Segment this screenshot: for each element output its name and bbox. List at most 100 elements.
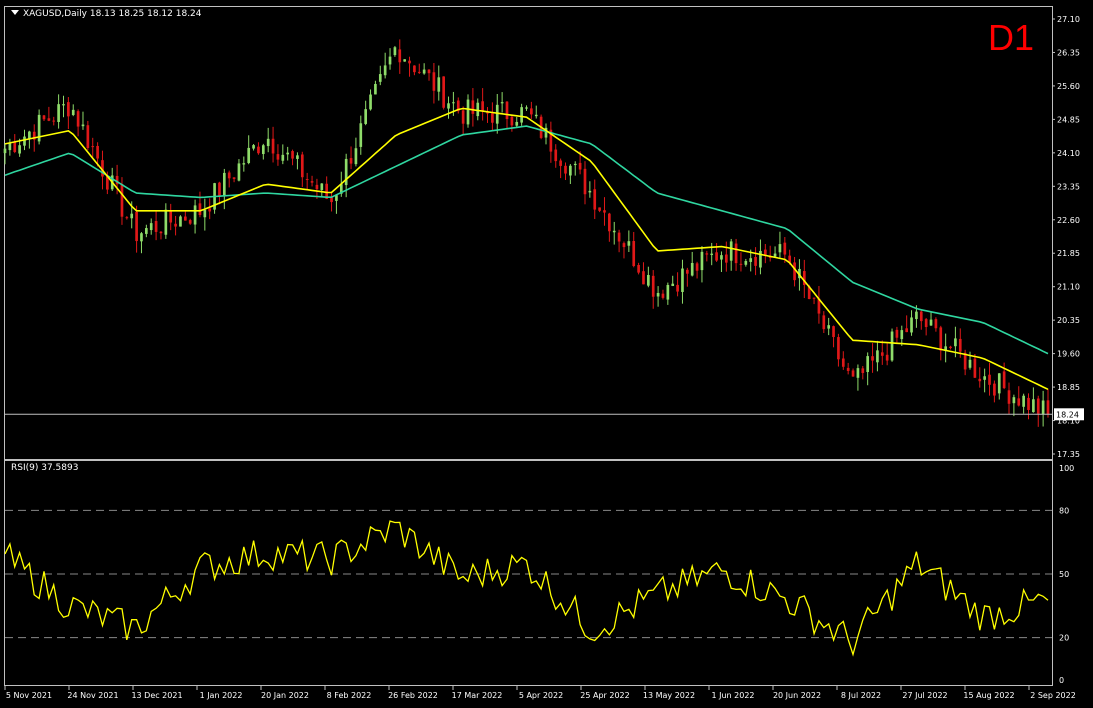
candle-body bbox=[681, 268, 684, 292]
rsi-info: RSI(9) 37.5893 bbox=[11, 463, 79, 473]
candle-body bbox=[67, 102, 70, 117]
candle-body bbox=[222, 172, 226, 197]
candle-body bbox=[1041, 400, 1045, 415]
candle-body bbox=[866, 356, 870, 373]
candle-body bbox=[744, 261, 748, 265]
candle-body bbox=[71, 109, 75, 116]
candle-body bbox=[310, 181, 314, 183]
price-tick-label: 19.60 bbox=[1057, 350, 1080, 359]
candle-body bbox=[661, 293, 665, 298]
candle-body bbox=[1032, 399, 1035, 413]
candle-body bbox=[690, 262, 694, 276]
date-tick-label: 20 Jun 2022 bbox=[773, 691, 821, 700]
candle-body bbox=[676, 284, 679, 292]
candle-body bbox=[530, 108, 533, 115]
candle-body bbox=[515, 121, 519, 126]
candle-body bbox=[564, 165, 567, 174]
candle-body bbox=[939, 327, 943, 351]
candle-body bbox=[86, 125, 90, 148]
candle-body bbox=[890, 331, 894, 361]
candle-body bbox=[388, 56, 392, 65]
candle-body bbox=[393, 47, 397, 56]
candle-body bbox=[978, 378, 982, 382]
price-tick-label: 26.35 bbox=[1057, 48, 1080, 57]
date-tick-label: 2 Sep 2022 bbox=[1030, 691, 1076, 700]
candle-body bbox=[671, 283, 675, 287]
candle-body bbox=[822, 315, 826, 330]
candle-body bbox=[369, 94, 372, 110]
candle-body bbox=[934, 319, 938, 329]
candle-body bbox=[417, 71, 421, 73]
candle-body bbox=[491, 113, 494, 123]
symbol-info: XAGUSD,Daily 18.13 18.25 18.12 18.24 bbox=[11, 9, 202, 19]
price-tick-label: 25.60 bbox=[1057, 82, 1080, 91]
price-tick-label: 18.85 bbox=[1057, 383, 1080, 392]
candle-body bbox=[62, 104, 65, 106]
candle-body bbox=[729, 241, 733, 261]
candle-body bbox=[993, 383, 996, 396]
candle-body bbox=[198, 203, 202, 216]
candle-body bbox=[749, 258, 753, 262]
candle-body bbox=[1002, 371, 1006, 389]
candle-body bbox=[300, 154, 304, 178]
candle-body bbox=[871, 356, 874, 361]
candle-body bbox=[856, 368, 860, 378]
date-tick-label: 25 Apr 2022 bbox=[580, 691, 629, 700]
candle-body bbox=[841, 358, 845, 367]
candle-body bbox=[452, 102, 455, 104]
candle-body bbox=[281, 154, 285, 161]
candle-body bbox=[622, 243, 626, 248]
candle-body bbox=[23, 136, 26, 146]
date-tick-label: 24 Nov 2021 bbox=[67, 691, 118, 700]
candle-body bbox=[720, 255, 723, 260]
candle-body bbox=[700, 251, 704, 271]
candle-body bbox=[145, 228, 148, 234]
date-tick-label: 1 Jun 2022 bbox=[711, 691, 754, 700]
candle-body bbox=[778, 244, 782, 253]
candle-body bbox=[461, 110, 465, 124]
candle-body bbox=[398, 49, 402, 63]
candle-body bbox=[305, 178, 309, 180]
candle-body bbox=[81, 124, 85, 127]
candle-body bbox=[188, 220, 192, 224]
candle-body bbox=[193, 205, 197, 225]
candle-body bbox=[666, 284, 670, 300]
price-tick-label: 18.10 bbox=[1057, 417, 1080, 426]
candle-body bbox=[183, 216, 187, 221]
candle-body bbox=[973, 358, 977, 378]
candle-body bbox=[266, 138, 270, 147]
candle-body bbox=[354, 148, 358, 165]
price-tick-label: 23.35 bbox=[1057, 182, 1080, 191]
candle-body bbox=[154, 221, 158, 232]
candle-body bbox=[208, 208, 212, 212]
candle-body bbox=[1012, 397, 1016, 404]
date-tick-label: 13 Dec 2021 bbox=[131, 691, 182, 700]
candle-body bbox=[227, 172, 231, 179]
rsi-tick-label: 80 bbox=[1059, 506, 1069, 515]
candle-body bbox=[403, 59, 406, 62]
candle-body bbox=[242, 163, 246, 165]
candle-body bbox=[588, 190, 592, 193]
candle-body bbox=[827, 325, 831, 329]
candle-body bbox=[710, 253, 714, 255]
candle-body bbox=[159, 231, 163, 234]
candle-body bbox=[812, 297, 816, 299]
candle-body bbox=[627, 241, 631, 246]
price-tick-label: 17.35 bbox=[1057, 450, 1080, 459]
candle-body bbox=[773, 253, 777, 257]
candle-body bbox=[427, 69, 431, 74]
candle-body bbox=[617, 232, 621, 242]
candle-body bbox=[915, 311, 918, 320]
candle-body bbox=[686, 269, 689, 274]
candle-body bbox=[525, 107, 528, 109]
candle-body bbox=[413, 65, 416, 73]
candle-body bbox=[330, 197, 333, 203]
candle-body bbox=[905, 328, 908, 333]
candle-body bbox=[734, 243, 738, 264]
candle-body bbox=[900, 330, 904, 340]
candle-body bbox=[349, 158, 353, 164]
candle-body bbox=[554, 149, 558, 162]
candle-body bbox=[695, 263, 699, 271]
candle-body bbox=[261, 145, 265, 155]
candle-body bbox=[593, 189, 597, 210]
